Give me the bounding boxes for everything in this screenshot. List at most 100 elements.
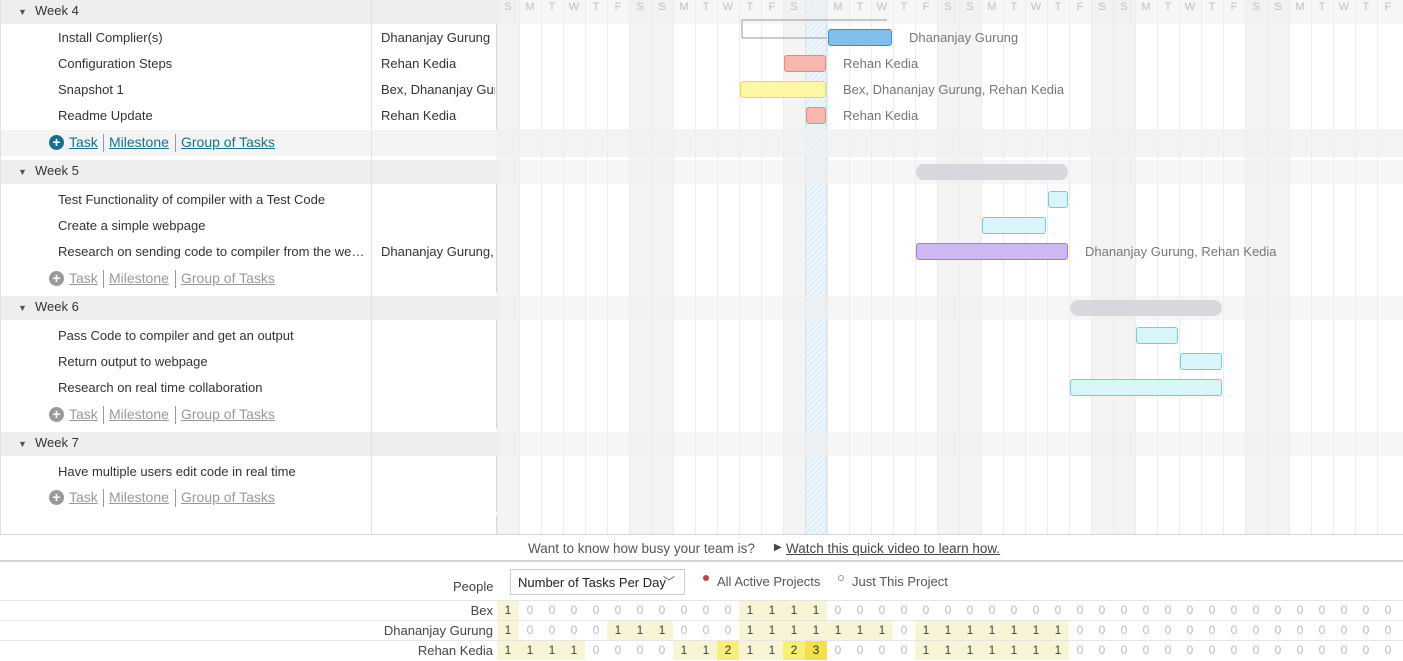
task-row[interactable]: Have multiple users edit code in real ti… bbox=[1, 459, 497, 485]
workload-cell: 1 bbox=[981, 621, 1003, 640]
task-assignee[interactable]: Bex, Dhananjay Gurung bbox=[381, 77, 495, 103]
workload-cell: 1 bbox=[805, 621, 827, 640]
workload-cell: 0 bbox=[1142, 603, 1150, 617]
workload-cell: 0 bbox=[834, 603, 842, 617]
workload-cell: 0 bbox=[1164, 603, 1172, 617]
add-task-link[interactable]: Task bbox=[69, 270, 98, 286]
task-row[interactable]: Research on sending code to compiler fro… bbox=[1, 239, 497, 265]
task-name[interactable]: Research on real time collaboration bbox=[58, 375, 368, 401]
workload-cell: 0 bbox=[1208, 603, 1216, 617]
add-icon[interactable]: + bbox=[49, 135, 64, 150]
group-header[interactable]: ▼ Week 7 bbox=[1, 432, 497, 456]
task-row[interactable]: Configuration Steps Rehan Kedia bbox=[1, 51, 497, 77]
workload-person-name: Rehan Kedia bbox=[417, 643, 493, 658]
add-item-row: + Task Milestone Group of Tasks bbox=[1, 130, 497, 156]
workload-cell: 0 bbox=[1076, 643, 1084, 657]
collapse-icon[interactable]: ▼ bbox=[18, 296, 27, 320]
task-assignee[interactable]: Rehan Kedia bbox=[381, 103, 495, 129]
task-assignee[interactable]: Dhananjay Gurung bbox=[381, 25, 495, 51]
add-group-link[interactable]: Group of Tasks bbox=[181, 270, 275, 286]
workload-cell: 1 bbox=[783, 621, 805, 640]
workload-cell: 0 bbox=[1186, 603, 1194, 617]
add-icon[interactable]: + bbox=[49, 490, 64, 505]
workload-cell: 0 bbox=[570, 623, 578, 637]
group-header[interactable]: ▼ Week 5 bbox=[1, 160, 497, 184]
task-row[interactable]: Install Complier(s) Dhananjay Gurung bbox=[1, 25, 497, 51]
link-divider bbox=[103, 406, 104, 424]
add-task-link[interactable]: Task bbox=[69, 489, 98, 505]
workload-cell: 0 bbox=[856, 643, 864, 657]
radio-this-project[interactable] bbox=[838, 575, 844, 581]
workload-cell: 0 bbox=[1362, 603, 1370, 617]
add-icon[interactable]: + bbox=[49, 271, 64, 286]
task-name[interactable]: Test Functionality of compiler with a Te… bbox=[58, 187, 368, 213]
workload-cell: 1 bbox=[497, 641, 519, 660]
task-name[interactable]: Pass Code to compiler and get an output bbox=[58, 323, 368, 349]
add-milestone-link[interactable]: Milestone bbox=[109, 270, 169, 286]
link-divider bbox=[175, 134, 176, 152]
workload-cell: 1 bbox=[937, 621, 959, 640]
workload-cell: 0 bbox=[548, 623, 556, 637]
watch-video-link[interactable]: Watch this quick video to learn how. bbox=[786, 541, 1000, 556]
collapse-icon[interactable]: ▼ bbox=[18, 0, 27, 24]
workload-cell: 0 bbox=[702, 623, 710, 637]
workload-row: Rehan Kedia 1 1 1 1 0 0 0 0 1 1 2 1 1 2 3 0 0 0 0 1 1 1 1 1 1 1 0 0 0… bbox=[0, 640, 1403, 660]
workload-cell: 1 bbox=[497, 621, 519, 640]
task-row[interactable]: Snapshot 1 Bex, Dhananjay Gurung bbox=[1, 77, 497, 103]
add-task-link[interactable]: Task bbox=[69, 406, 98, 422]
workload-cell: 1 bbox=[651, 621, 673, 640]
task-name[interactable]: Readme Update bbox=[58, 103, 368, 129]
workload-cell: 0 bbox=[526, 603, 534, 617]
workload-cell: 1 bbox=[981, 641, 1003, 660]
add-milestone-link[interactable]: Milestone bbox=[109, 489, 169, 505]
add-group-link[interactable]: Group of Tasks bbox=[181, 489, 275, 505]
task-name[interactable]: Install Complier(s) bbox=[58, 25, 368, 51]
workload-cell: 0 bbox=[1076, 623, 1084, 637]
workload-cell: 0 bbox=[636, 643, 644, 657]
task-row[interactable]: Research on real time collaboration bbox=[1, 375, 497, 401]
task-name[interactable]: Snapshot 1 bbox=[58, 77, 368, 103]
workload-cell: 0 bbox=[1296, 623, 1304, 637]
task-row[interactable]: Readme Update Rehan Kedia bbox=[1, 103, 497, 129]
add-milestone-link[interactable]: Milestone bbox=[109, 134, 169, 150]
link-divider bbox=[103, 270, 104, 288]
add-task-link[interactable]: Task bbox=[69, 134, 98, 150]
radio-this-project-label[interactable]: Just This Project bbox=[852, 574, 948, 589]
link-divider bbox=[175, 489, 176, 507]
task-name[interactable]: Have multiple users edit code in real ti… bbox=[58, 459, 368, 485]
workload-cell: 0 bbox=[1362, 643, 1370, 657]
workload-cell: 1 bbox=[871, 621, 893, 640]
workload-cell: 2 bbox=[717, 641, 739, 660]
group-header[interactable]: ▼ Week 6 bbox=[1, 296, 497, 320]
add-group-link[interactable]: Group of Tasks bbox=[181, 134, 275, 150]
workload-cell: 0 bbox=[570, 603, 578, 617]
task-row[interactable]: Pass Code to compiler and get an output bbox=[1, 323, 497, 349]
workload-cell: 1 bbox=[959, 621, 981, 640]
group-header[interactable]: ▼ Week 4 bbox=[1, 0, 497, 24]
task-name[interactable]: Create a simple webpage bbox=[58, 213, 368, 239]
task-name[interactable]: Configuration Steps bbox=[58, 51, 368, 77]
workload-cell: 0 bbox=[702, 603, 710, 617]
workload-cell: 0 bbox=[1076, 603, 1084, 617]
task-row[interactable]: Return output to webpage bbox=[1, 349, 497, 375]
radio-all-projects[interactable] bbox=[703, 575, 709, 581]
task-assignee[interactable]: Dhananjay Gurung, Rehan Kedia bbox=[381, 239, 495, 265]
task-assignee[interactable]: Rehan Kedia bbox=[381, 51, 495, 77]
add-group-link[interactable]: Group of Tasks bbox=[181, 406, 275, 422]
workload-cell: 1 bbox=[849, 621, 871, 640]
workload-cell: 0 bbox=[1230, 623, 1238, 637]
task-row[interactable]: Test Functionality of compiler with a Te… bbox=[1, 187, 497, 213]
collapse-icon[interactable]: ▼ bbox=[18, 160, 27, 184]
workload-cell: 0 bbox=[1032, 603, 1040, 617]
add-icon[interactable]: + bbox=[49, 407, 64, 422]
radio-all-projects-label[interactable]: All Active Projects bbox=[717, 574, 820, 589]
workload-cell: 0 bbox=[900, 623, 908, 637]
task-row[interactable]: Create a simple webpage bbox=[1, 213, 497, 239]
workload-cell: 0 bbox=[1274, 623, 1282, 637]
metric-select[interactable]: Number of Tasks Per Day ﹀ bbox=[510, 569, 685, 595]
workload-cell: 1 bbox=[915, 621, 937, 640]
task-name[interactable]: Research on sending code to compiler fro… bbox=[58, 239, 368, 265]
collapse-icon[interactable]: ▼ bbox=[18, 432, 27, 456]
add-milestone-link[interactable]: Milestone bbox=[109, 406, 169, 422]
task-name[interactable]: Return output to webpage bbox=[58, 349, 368, 375]
